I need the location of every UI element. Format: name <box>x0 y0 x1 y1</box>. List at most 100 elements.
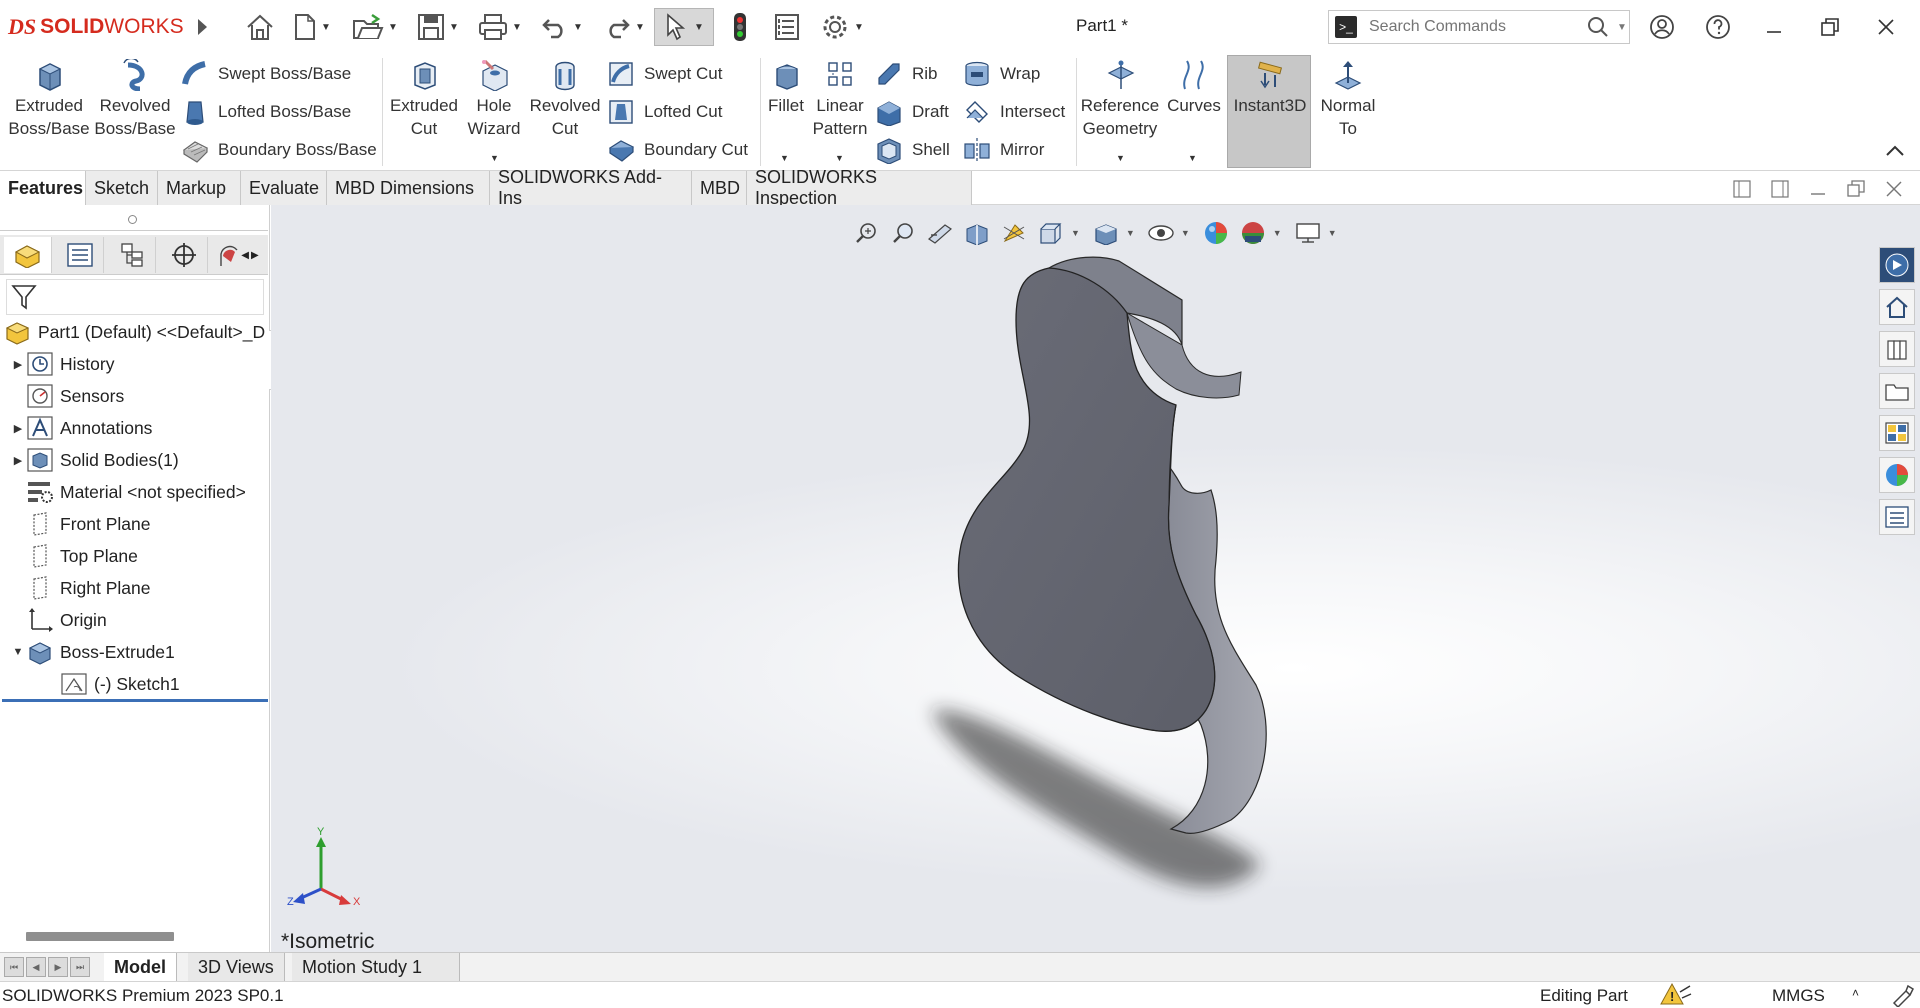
tab-mbd[interactable]: MBD <box>692 171 747 205</box>
rollback-bar[interactable] <box>2 699 268 702</box>
extruded-boss-base-button[interactable]: Extruded Boss/Base <box>8 58 90 140</box>
solidworks-resources-icon[interactable] <box>1879 247 1915 283</box>
edit-appearance-icon[interactable] <box>1199 217 1233 249</box>
expand-menu-arrow-icon[interactable] <box>192 8 212 46</box>
propertymanager-tab[interactable] <box>56 237 104 273</box>
tree-item-boss-extrude1[interactable]: ▼ Boss-Extrude1 <box>10 637 278 667</box>
home-icon[interactable] <box>240 8 280 46</box>
collapse-arrow-icon[interactable]: ▼ <box>10 646 26 658</box>
hide-show-items-icon[interactable] <box>1144 217 1178 249</box>
search-commands-box[interactable]: >_ ▼ <box>1328 10 1630 44</box>
viewport-close-icon[interactable] <box>1884 179 1904 204</box>
unit-system-text[interactable]: MMGS <box>1772 986 1825 1006</box>
expand-arrow-icon[interactable]: ▶ <box>10 454 26 467</box>
dynamic-annotation-views-icon[interactable] <box>997 217 1031 249</box>
reference-geometry-dropdown-caret[interactable]: ▼ <box>1116 153 1125 163</box>
shell-button[interactable]: Shell <box>874 134 950 166</box>
instant3d-button[interactable]: Instant3D <box>1230 58 1310 117</box>
search-icon[interactable] <box>1587 16 1609 38</box>
options-button[interactable]: ▼ <box>816 8 868 46</box>
tree-item-sensors[interactable]: Sensors <box>10 381 278 411</box>
tab-model[interactable]: Model <box>104 953 177 981</box>
new-document-button[interactable]: ▼ <box>288 8 336 46</box>
swept-cut-button[interactable]: Swept Cut <box>606 58 722 90</box>
tree-item-solid-bodies[interactable]: ▶ Solid Bodies(1) <box>10 445 278 475</box>
fillet-button[interactable]: Fillet <box>764 58 808 117</box>
viewport-restore-icon[interactable] <box>1846 179 1866 204</box>
panel-grip-dot[interactable] <box>128 215 137 224</box>
rib-button[interactable]: Rib <box>874 58 938 90</box>
view-palette-icon[interactable] <box>1879 415 1915 451</box>
first-tab-nav-icon[interactable]: ⏮ <box>4 957 24 977</box>
graphics-area[interactable]: ▼ ▼ ▼ ▼ ▼ Y X Z *Isometric <box>271 205 1920 952</box>
lofted-boss-base-button[interactable]: Lofted Boss/Base <box>180 96 351 128</box>
minimize-window-button[interactable] <box>1752 10 1796 44</box>
tabs-scroll-left-icon[interactable]: ◀ <box>241 250 249 261</box>
home-task-icon[interactable] <box>1879 289 1915 325</box>
configurationmanager-tab[interactable] <box>108 237 156 273</box>
revolved-boss-base-button[interactable]: Revolved Boss/Base <box>94 58 176 140</box>
solidworks-logo[interactable]: DS SOLID WORKS <box>8 12 184 42</box>
file-properties-icon[interactable] <box>770 8 804 46</box>
open-document-button[interactable]: ▼ <box>348 8 402 46</box>
search-input[interactable] <box>1369 18 1579 36</box>
display-style-caret[interactable]: ▼ <box>1126 228 1135 238</box>
curves-dropdown-caret[interactable]: ▼ <box>1188 153 1197 163</box>
expand-arrow-icon[interactable]: ▶ <box>10 422 26 435</box>
select-button[interactable]: ▼ <box>654 8 714 46</box>
tree-item-top-plane[interactable]: Top Plane <box>10 541 278 571</box>
quick-tips-icon[interactable] <box>1890 983 1914 1008</box>
previous-tab-nav-icon[interactable]: ◀ <box>26 957 46 977</box>
tree-item-history[interactable]: ▶ History <box>10 349 278 379</box>
section-view-icon[interactable] <box>960 217 994 249</box>
last-tab-nav-icon[interactable]: ⏭ <box>70 957 90 977</box>
collapse-ribbon-chevron-icon[interactable] <box>1884 142 1906 163</box>
tabs-scroll-right-icon[interactable]: ▶ <box>251 250 259 261</box>
curves-button[interactable]: Curves <box>1164 58 1224 117</box>
zoom-to-fit-icon[interactable] <box>849 217 883 249</box>
fillet-dropdown-caret[interactable]: ▼ <box>780 153 789 163</box>
intersect-button[interactable]: Intersect <box>962 96 1065 128</box>
view-settings-icon[interactable] <box>1291 217 1325 249</box>
tab-evaluate[interactable]: Evaluate <box>241 171 327 205</box>
undo-button[interactable]: ▼ <box>536 8 588 46</box>
unit-system-caret[interactable]: ˄ <box>1852 986 1859 1000</box>
design-library-icon[interactable] <box>1879 331 1915 367</box>
boundary-boss-base-button[interactable]: Boundary Boss/Base <box>180 134 377 166</box>
tile-left-icon[interactable] <box>1732 179 1752 204</box>
linear-pattern-button[interactable]: Linear Pattern <box>808 58 872 140</box>
revolved-cut-button[interactable]: Revolved Cut <box>524 58 606 140</box>
featuremanager-tab[interactable] <box>4 237 52 273</box>
dimxpertmanager-tab[interactable] <box>160 237 208 273</box>
draft-button[interactable]: Draft <box>874 96 949 128</box>
view-orientation-caret[interactable]: ▼ <box>1071 228 1080 238</box>
file-explorer-icon[interactable] <box>1879 373 1915 409</box>
tree-item-annotations[interactable]: ▶ Annotations <box>10 413 278 443</box>
tree-filter[interactable] <box>6 279 264 315</box>
horizontal-scrollbar[interactable] <box>26 932 174 941</box>
guitar-body-model[interactable] <box>271 205 1920 952</box>
save-button[interactable]: ▼ <box>412 8 464 46</box>
tab-3d-views[interactable]: 3D Views <box>188 953 285 981</box>
hole-wizard-dropdown-caret[interactable]: ▼ <box>490 153 499 163</box>
rebuild-traffic-light-icon[interactable] <box>726 8 754 46</box>
tab-markup[interactable]: Markup <box>158 171 241 205</box>
custom-properties-icon[interactable] <box>1879 499 1915 535</box>
print-button[interactable]: ▼ <box>474 8 526 46</box>
mirror-button[interactable]: Mirror <box>962 134 1044 166</box>
reference-geometry-button[interactable]: Reference Geometry <box>1080 58 1160 140</box>
boundary-cut-button[interactable]: Boundary Cut <box>606 134 748 166</box>
restore-window-button[interactable] <box>1808 10 1852 44</box>
hole-wizard-button[interactable]: Hole Wizard <box>458 58 530 140</box>
redo-button[interactable]: ▼ <box>598 8 650 46</box>
tree-item-material[interactable]: Material <not specified> <box>10 477 278 507</box>
tree-item-front-plane[interactable]: Front Plane <box>10 509 278 539</box>
help-icon[interactable] <box>1696 10 1740 44</box>
tree-root-part1[interactable]: Part1 (Default) <<Default>_D <box>4 317 272 347</box>
display-style-icon[interactable] <box>1089 217 1123 249</box>
apply-scene-icon[interactable] <box>1236 217 1270 249</box>
tree-item-origin[interactable]: Origin <box>10 605 278 635</box>
user-account-icon[interactable] <box>1640 10 1684 44</box>
next-tab-nav-icon[interactable]: ▶ <box>48 957 68 977</box>
previous-view-icon[interactable] <box>923 217 957 249</box>
